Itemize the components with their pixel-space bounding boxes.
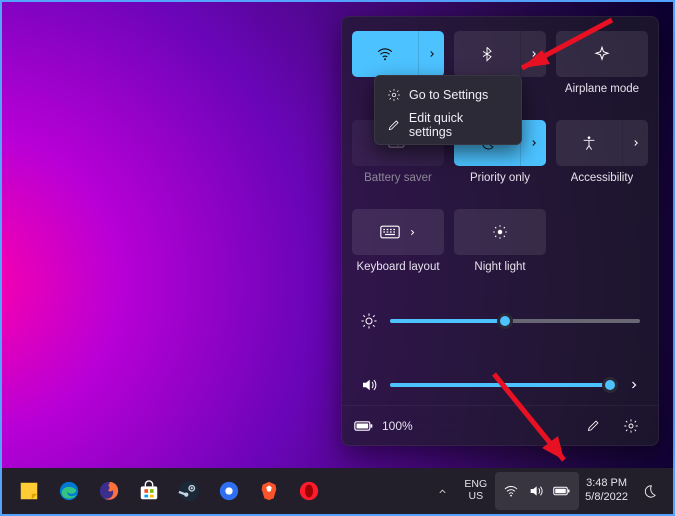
chevron-right-icon <box>529 138 539 148</box>
pencil-icon <box>387 118 401 132</box>
microsoft-store-icon <box>138 480 160 502</box>
quick-settings-panel: TP Airplane mode <box>341 16 659 446</box>
taskbar-system-tray: ENG US 3:48 PM 5/8/2022 <box>429 472 665 510</box>
gear-icon <box>623 418 639 434</box>
firefox-icon <box>98 480 120 502</box>
keyboard-layout-button[interactable] <box>352 209 444 255</box>
all-settings-button[interactable] <box>616 411 646 441</box>
circle-app-icon <box>218 480 240 502</box>
wifi-icon <box>376 45 394 63</box>
wifi-button[interactable] <box>352 31 444 77</box>
wifi-main-segment[interactable] <box>352 31 418 77</box>
edit-quick-settings-button[interactable] <box>578 411 608 441</box>
sliders-section <box>342 289 658 403</box>
taskbar-steam[interactable] <box>170 472 208 510</box>
network-volume-battery-button[interactable] <box>495 472 579 510</box>
accessibility-main-segment[interactable] <box>556 120 622 166</box>
taskbar: ENG US 3:48 PM 5/8/2022 <box>2 468 673 514</box>
volume-output-chevron-icon[interactable] <box>628 379 640 391</box>
keyboard-layout-label: Keyboard layout <box>356 261 439 274</box>
wifi-expand-segment[interactable] <box>418 31 444 77</box>
volume-icon <box>528 483 544 499</box>
language-indicator[interactable]: ENG US <box>456 472 495 510</box>
brave-icon <box>258 480 280 502</box>
chevron-right-icon <box>529 49 539 59</box>
gear-icon <box>387 88 401 102</box>
bluetooth-icon <box>479 46 495 62</box>
language-bottom: US <box>468 491 483 503</box>
battery-icon <box>553 485 571 497</box>
bluetooth-main-segment[interactable] <box>454 31 520 77</box>
tray-overflow-button[interactable] <box>429 472 456 510</box>
taskbar-edge[interactable] <box>50 472 88 510</box>
taskbar-brave[interactable] <box>250 472 288 510</box>
airplane-tile: Airplane mode <box>556 31 648 111</box>
panel-footer: 100% <box>342 405 658 445</box>
taskbar-app-circle[interactable] <box>210 472 248 510</box>
taskbar-opera[interactable] <box>290 472 328 510</box>
context-go-to-settings-label: Go to Settings <box>409 88 488 102</box>
accessibility-icon <box>581 135 597 151</box>
sticky-notes-icon <box>18 480 40 502</box>
taskbar-pinned-apps <box>10 472 328 510</box>
desktop-wallpaper: TP Airplane mode <box>0 0 675 516</box>
clock-date-button[interactable]: 3:48 PM 5/8/2022 <box>579 472 634 510</box>
night-light-button[interactable] <box>454 209 546 255</box>
volume-icon <box>360 376 378 394</box>
airplane-button[interactable] <box>556 31 648 77</box>
brightness-slider[interactable] <box>390 319 640 323</box>
bluetooth-expand-segment[interactable] <box>520 31 546 77</box>
context-edit-label: Edit quick settings <box>409 111 509 139</box>
moon-icon <box>642 484 657 499</box>
pencil-icon <box>586 418 601 433</box>
battery-saver-label: Battery saver <box>364 172 432 185</box>
steam-icon <box>178 480 200 502</box>
bluetooth-button[interactable] <box>454 31 546 77</box>
night-light-icon <box>491 223 509 241</box>
volume-slider[interactable] <box>390 383 610 387</box>
battery-status-icon[interactable] <box>354 420 374 432</box>
accessibility-button[interactable] <box>556 120 648 166</box>
opera-icon <box>298 480 320 502</box>
accessibility-label: Accessibility <box>571 172 634 185</box>
focus-assist-label: Priority only <box>470 172 530 185</box>
battery-percent-text: 100% <box>382 419 413 433</box>
context-edit-quick-settings[interactable]: Edit quick settings <box>379 110 517 140</box>
focus-expand-segment[interactable] <box>520 120 546 166</box>
clock-time: 3:48 PM <box>586 477 627 491</box>
brightness-row <box>360 303 640 339</box>
night-light-tile: Night light <box>454 209 546 289</box>
focus-assist-tray-button[interactable] <box>634 472 665 510</box>
clock-date: 5/8/2022 <box>585 491 628 505</box>
brightness-icon <box>360 312 378 330</box>
accessibility-expand-segment[interactable] <box>622 120 648 166</box>
edge-icon <box>58 480 80 502</box>
tile-context-menu: Go to Settings Edit quick settings <box>374 75 522 145</box>
airplane-icon <box>593 45 611 63</box>
context-go-to-settings[interactable]: Go to Settings <box>379 80 517 110</box>
accessibility-tile: Accessibility <box>556 120 648 200</box>
wifi-icon <box>503 483 519 499</box>
quick-settings-grid: TP Airplane mode <box>342 17 658 289</box>
keyboard-layout-tile: Keyboard layout <box>352 209 444 289</box>
keyboard-icon <box>380 225 400 239</box>
night-light-label: Night light <box>474 261 525 274</box>
chevron-right-icon <box>427 49 437 59</box>
volume-row <box>360 367 640 403</box>
taskbar-sticky-notes[interactable] <box>10 472 48 510</box>
taskbar-store[interactable] <box>130 472 168 510</box>
chevron-right-icon <box>631 138 641 148</box>
chevron-right-icon <box>408 228 417 237</box>
taskbar-firefox[interactable] <box>90 472 128 510</box>
airplane-label: Airplane mode <box>565 83 639 96</box>
chevron-up-icon <box>437 486 448 497</box>
